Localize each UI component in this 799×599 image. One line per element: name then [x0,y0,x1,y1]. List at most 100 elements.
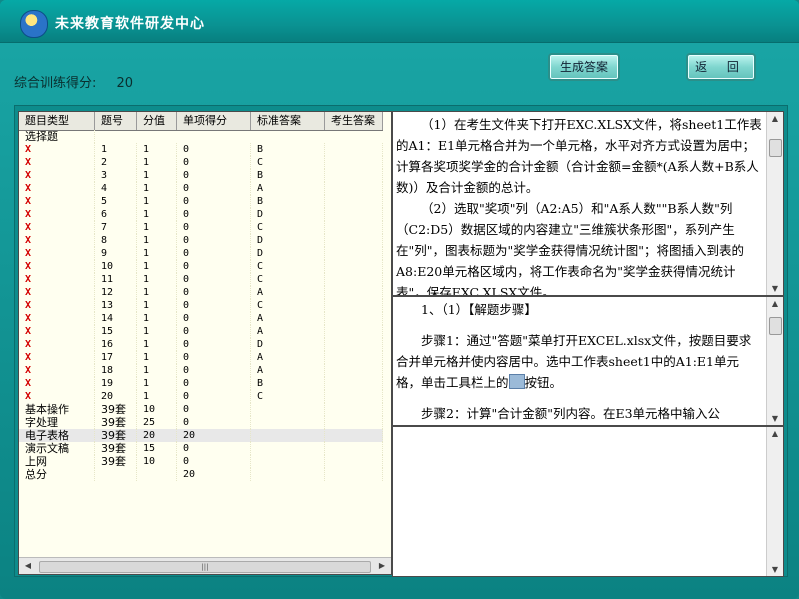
standard-answer: C [251,273,325,286]
notes-panel[interactable]: ▲ ▼ [392,426,784,577]
question-panel: （1）在考生文件夹下打开EXC.XLSX文件，将sheet1工作表的A1：E1单… [392,111,784,296]
question-scrollbar[interactable]: ▲ ▼ [766,112,783,295]
scroll-thumb[interactable] [769,139,782,157]
category-score: 0 [177,442,251,455]
header-number[interactable]: 题号 [95,112,137,130]
examinee-answer [325,143,383,156]
section-label: 选择题 [19,130,95,143]
wrong-mark: X [19,390,95,403]
category-value [137,468,177,481]
table-row[interactable]: 字处理 39套 25 0 [19,416,383,429]
scroll-down-icon[interactable]: ▼ [769,414,781,423]
notes-scrollbar[interactable]: ▲ ▼ [766,427,783,576]
table-row[interactable]: X 11 1 0 C [19,273,383,286]
header-value[interactable]: 分值 [137,112,177,130]
header-item-score[interactable]: 单项得分 [177,112,251,130]
question-number: 4 [95,182,137,195]
table-row[interactable]: 电子表格 39套 20 20 [19,429,383,442]
standard-answer: A [251,312,325,325]
header-standard-answer[interactable]: 标准答案 [251,112,325,130]
scroll-thumb[interactable] [769,317,782,335]
table-row[interactable]: X 12 1 0 A [19,286,383,299]
scroll-thumb[interactable]: ||| [39,561,371,573]
category-score: 0 [177,416,251,429]
question-number: 3 [95,169,137,182]
question-number: 2 [95,156,137,169]
table-row[interactable]: X710C [19,221,383,234]
table-row[interactable]: X410A [19,182,383,195]
table-row[interactable]: X910D [19,247,383,260]
scroll-up-icon[interactable]: ▲ [769,114,781,123]
table-row[interactable]: X510B [19,195,383,208]
question-value: 1 [137,156,177,169]
scroll-left-icon[interactable]: ◀ [21,560,35,572]
question-value: 1 [137,169,177,182]
scroll-right-icon[interactable]: ▶ [375,560,389,572]
scroll-up-icon[interactable]: ▲ [769,299,781,308]
solution-scrollbar[interactable]: ▲ ▼ [766,297,783,425]
table-row[interactable]: 上网 39套 10 0 [19,455,383,468]
table-row[interactable]: X 20 1 0 C [19,390,383,403]
table-row[interactable]: X 18 1 0 A [19,364,383,377]
step1-text-b: 按钮。 [524,375,563,390]
question-number: 16 [95,338,137,351]
question-value: 1 [137,143,177,156]
back-button[interactable]: 返 回 [686,53,756,81]
standard-answer: B [251,143,325,156]
category-name: 字处理 [19,416,95,429]
item-score: 0 [177,182,251,195]
table-row[interactable]: X610D [19,208,383,221]
generate-answer-button[interactable]: 生成答案 [548,53,620,81]
standard-answer: A [251,286,325,299]
item-score: 0 [177,338,251,351]
table-row[interactable]: X810D [19,234,383,247]
table-row[interactable]: X 10 1 0 C [19,260,383,273]
wrong-mark: X [19,286,95,299]
header-examinee-answer[interactable]: 考生答案 [325,112,383,130]
table-row[interactable]: X 17 1 0 A [19,351,383,364]
scroll-down-icon[interactable]: ▼ [769,284,781,293]
wrong-mark: X [19,247,95,260]
header-type[interactable]: 题目类型 [19,112,95,130]
wrong-mark: X [19,156,95,169]
table-row[interactable]: X 19 1 0 B [19,377,383,390]
question-number: 6 [95,208,137,221]
question-number: 13 [95,299,137,312]
table-row[interactable]: X210C [19,156,383,169]
table-row[interactable]: X110B [19,143,383,156]
examinee-answer [325,273,383,286]
standard-answer: C [251,260,325,273]
examinee-answer [325,325,383,338]
table-row[interactable]: 选择题 [19,130,383,143]
table-row[interactable]: 演示文稿 39套 15 0 [19,442,383,455]
category-examinee [325,429,383,442]
question-number: 18 [95,364,137,377]
question-number: 1 [95,143,137,156]
window-title: 未来教育软件研发中心 [55,16,205,32]
wrong-mark: X [19,208,95,221]
category-standard [251,468,325,481]
table-row[interactable]: X 13 1 0 C [19,299,383,312]
table-row[interactable]: X310B [19,169,383,182]
category-standard [251,429,325,442]
table-row[interactable]: X 16 1 0 D [19,338,383,351]
scroll-up-icon[interactable]: ▲ [769,429,781,438]
item-score: 0 [177,351,251,364]
item-score: 0 [177,234,251,247]
table-row[interactable]: X 14 1 0 A [19,312,383,325]
category-examinee [325,468,383,481]
category-examinee [325,416,383,429]
scroll-down-icon[interactable]: ▼ [769,565,781,574]
horizontal-scrollbar[interactable]: ◀ ||| ▶ [19,557,391,574]
wrong-mark: X [19,260,95,273]
item-score: 0 [177,260,251,273]
question-value: 1 [137,364,177,377]
examinee-answer [325,338,383,351]
table-row[interactable]: 基本操作 39套 10 0 [19,403,383,416]
category-name: 上网 [19,455,95,468]
wrong-mark: X [19,195,95,208]
table-row[interactable]: X 15 1 0 A [19,325,383,338]
table-row[interactable]: 总分 20 [19,468,383,481]
examinee-answer [325,312,383,325]
wrong-mark: X [19,273,95,286]
